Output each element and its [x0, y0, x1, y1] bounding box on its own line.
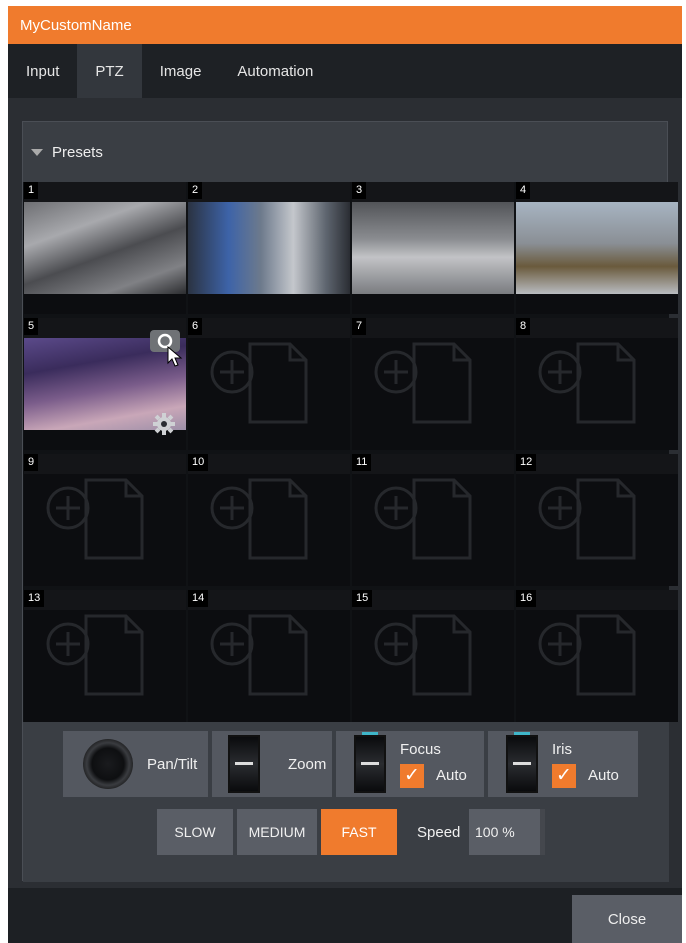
add-preset-placeholder-icon[interactable] [516, 590, 678, 722]
preset-number: 8 [516, 318, 531, 335]
zoom-control[interactable]: Zoom [212, 731, 332, 797]
preset-slot-15[interactable]: 15 [352, 590, 514, 722]
iris-auto-checkbox[interactable]: ✓ [552, 763, 576, 788]
window-title: MyCustomName [20, 16, 132, 34]
preset-grid: 1 2 3 4 5 6 7 8 9 10 11 12 13 14 15 16 [23, 182, 678, 722]
zoom-rocker-icon[interactable] [228, 735, 260, 793]
speed-value-field[interactable]: 100 % [469, 809, 545, 855]
preset-number: 12 [516, 454, 537, 471]
preset-slot-16[interactable]: 16 [516, 590, 678, 722]
zoom-label: Zoom [288, 755, 327, 773]
speed-fast-button[interactable]: FAST [321, 809, 397, 855]
focus-rocker-icon[interactable] [354, 732, 386, 793]
preset-number: 5 [24, 318, 39, 335]
pan-tilt-control[interactable]: Pan/Tilt [63, 731, 208, 797]
preset-number: 3 [352, 182, 367, 199]
preset-number: 14 [188, 590, 209, 607]
preset-number: 6 [188, 318, 203, 335]
preset-header-strip [516, 182, 678, 202]
joystick-icon[interactable] [83, 739, 133, 789]
preset-slot-7[interactable]: 7 [352, 318, 514, 450]
add-preset-placeholder-icon[interactable] [188, 590, 350, 722]
add-preset-placeholder-icon[interactable] [516, 454, 678, 586]
add-preset-placeholder-icon[interactable] [24, 454, 186, 586]
speed-slow-button[interactable]: SLOW [157, 809, 233, 855]
tab-input[interactable]: Input [8, 44, 77, 98]
add-preset-placeholder-icon[interactable] [188, 454, 350, 586]
preset-slot-13[interactable]: 13 [24, 590, 186, 722]
add-preset-placeholder-icon[interactable] [352, 454, 514, 586]
title-bar: MyCustomName [8, 6, 682, 44]
preset-slot-4[interactable]: 4 [516, 182, 678, 314]
ptz-config-window: MyCustomName Input PTZ Image Automation … [8, 6, 682, 943]
add-preset-placeholder-icon[interactable] [516, 318, 678, 450]
preset-slot-3[interactable]: 3 [352, 182, 514, 314]
preset-thumbnail[interactable] [24, 202, 186, 294]
pan-tilt-label: Pan/Tilt [147, 755, 198, 773]
preset-header-strip [24, 182, 186, 202]
preset-slot-6[interactable]: 6 [188, 318, 350, 450]
focus-control[interactable]: Focus ✓ Auto [336, 731, 484, 797]
presets-title: Presets [52, 143, 103, 161]
preset-slot-10[interactable]: 10 [188, 454, 350, 586]
preset-thumbnail[interactable] [516, 202, 678, 294]
preset-number: 7 [352, 318, 367, 335]
preset-slot-11[interactable]: 11 [352, 454, 514, 586]
speed-label: Speed [417, 823, 461, 841]
preset-slot-2[interactable]: 2 [188, 182, 350, 314]
collapse-triangle-icon[interactable] [31, 148, 43, 156]
add-preset-placeholder-icon[interactable] [24, 590, 186, 722]
preset-number: 2 [188, 182, 203, 199]
close-button[interactable]: Close [572, 895, 682, 943]
tab-ptz[interactable]: PTZ [77, 44, 142, 98]
tab-image[interactable]: Image [142, 44, 220, 98]
preset-slot-5[interactable]: 5 [24, 318, 186, 450]
speed-medium-button[interactable]: MEDIUM [237, 809, 317, 855]
preset-number: 11 [352, 454, 372, 471]
iris-control[interactable]: Iris ✓ Auto [488, 731, 638, 797]
add-preset-placeholder-icon[interactable] [352, 318, 514, 450]
ptz-controls: Pan/Tilt Zoom Focus ✓ Auto Iris ✓ Auto S… [23, 722, 669, 882]
preset-slot-12[interactable]: 12 [516, 454, 678, 586]
presets-header[interactable]: Presets [23, 122, 667, 182]
tab-automation[interactable]: Automation [219, 44, 331, 98]
focus-auto-label: Auto [436, 767, 467, 784]
preset-number: 9 [24, 454, 39, 471]
dialog-footer: Close [8, 888, 682, 943]
preset-number: 10 [188, 454, 209, 471]
gear-icon[interactable] [152, 412, 176, 436]
iris-label: Iris [552, 740, 572, 758]
preset-thumbnail[interactable] [188, 202, 350, 294]
focus-auto-checkbox[interactable]: ✓ [400, 763, 424, 788]
mouse-cursor-icon [166, 345, 184, 368]
focus-label: Focus [400, 740, 441, 758]
preset-header-strip [188, 182, 350, 202]
preset-slot-1[interactable]: 1 [24, 182, 186, 314]
preset-thumbnail[interactable] [352, 202, 514, 294]
add-preset-placeholder-icon[interactable] [352, 590, 514, 722]
iris-auto-label: Auto [588, 767, 619, 784]
add-preset-placeholder-icon[interactable] [188, 318, 350, 450]
preset-header-strip [352, 182, 514, 202]
preset-slot-9[interactable]: 9 [24, 454, 186, 586]
tab-bar: Input PTZ Image Automation [8, 44, 682, 98]
preset-number: 4 [516, 182, 531, 199]
preset-number: 1 [24, 182, 39, 199]
ptz-panel: Presets 1 2 3 4 5 6 7 8 9 10 11 12 13 14 15 16 Pan/Tilt… [22, 121, 678, 882]
preset-number: 16 [516, 590, 537, 607]
preset-slot-14[interactable]: 14 [188, 590, 350, 722]
preset-slot-8[interactable]: 8 [516, 318, 678, 450]
preset-number: 15 [352, 590, 373, 607]
iris-rocker-icon[interactable] [506, 732, 538, 793]
preset-number: 13 [24, 590, 45, 607]
